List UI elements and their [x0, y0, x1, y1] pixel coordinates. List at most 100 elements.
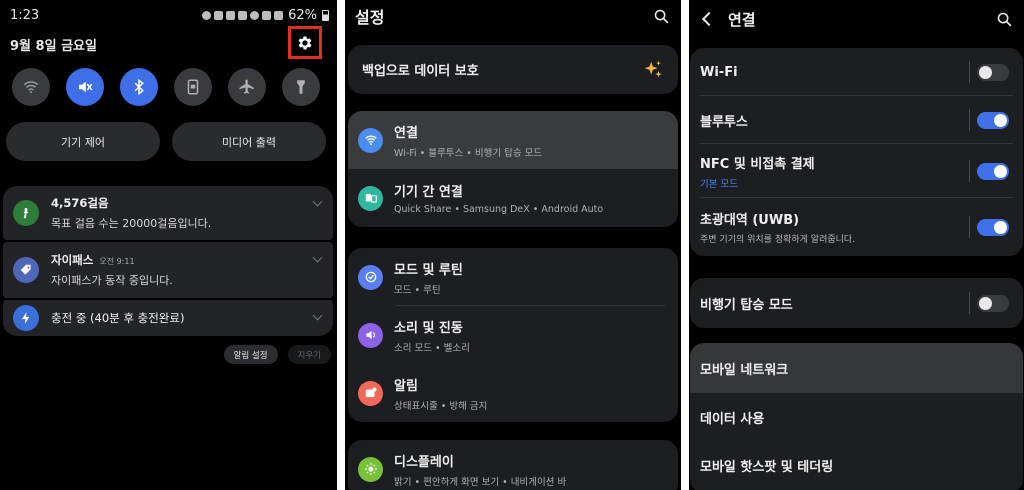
row-label: Wi-Fi	[700, 64, 738, 80]
row-data-usage[interactable]: 데이터 사용	[690, 393, 1023, 441]
search-icon	[654, 9, 668, 23]
airplane-icon	[239, 79, 254, 94]
notification-charging[interactable]: 충전 중 (40분 후 충전완료)	[3, 300, 333, 336]
search-button[interactable]	[994, 9, 1014, 29]
bluetooth-toggle[interactable]	[977, 111, 1009, 129]
row-nfc[interactable]: NFC 및 비접촉 결제 기본 모드	[690, 144, 1023, 198]
notification-xipass[interactable]: 자이패스 오전 9:11 자이패스가 동작 중입니다.	[3, 242, 333, 298]
airplane-mode-toggle[interactable]	[977, 294, 1009, 312]
divider	[969, 61, 970, 83]
notification-steps[interactable]: 4,576걸음 목표 걸음 수는 20000걸음입니다.	[3, 186, 333, 240]
status-bar: 1:23 62%	[10, 6, 329, 24]
settings-item-label: 소리 및 진동	[394, 320, 463, 336]
row-hotspot-tethering[interactable]: 모바일 핫스팟 및 테더링	[690, 441, 1023, 489]
brightness-icon	[358, 456, 383, 482]
chevron-down-icon[interactable]	[312, 196, 323, 207]
connections-group-3: 모바일 네트워크 데이터 사용 모바일 핫스팟 및 테더링	[690, 343, 1023, 490]
charging-icon	[13, 305, 39, 331]
tile-sound-mute[interactable]	[66, 68, 104, 106]
chevron-down-icon[interactable]	[312, 252, 323, 263]
settings-group-1: 연결 Wi-Fi • 블루투스 • 비행기 탑승 모드 기기 간 연결 Quic…	[348, 111, 678, 227]
wifi-toggle[interactable]	[977, 63, 1009, 81]
backup-card[interactable]: 백업으로 데이터 보호	[348, 45, 678, 94]
settings-item-modes-routines[interactable]: 모드 및 루틴 모드 • 루틴	[348, 248, 678, 306]
clear-all-button[interactable]: 지우기	[287, 345, 331, 364]
chevron-down-icon[interactable]	[312, 310, 323, 321]
settings-item-sub: 상태표시줄 • 방해 금지	[394, 400, 488, 412]
row-label: NFC 및 비접촉 결제	[700, 156, 815, 172]
notification-actions: 알림 설정 지우기	[223, 345, 331, 364]
settings-item-label: 디스플레이	[394, 454, 454, 470]
tile-screen-lock[interactable]	[174, 68, 212, 106]
settings-item-label: 기기 간 연결	[394, 185, 463, 200]
connections-group-2: 비행기 탑승 모드	[690, 278, 1023, 328]
connections-header: 연결	[699, 6, 1014, 32]
settings-screen: 설정 백업으로 데이터 보호 연결 Wi-Fi • 블루투스 • 비행기 탑승 …	[345, 0, 681, 490]
search-button[interactable]	[651, 6, 671, 26]
devices-icon	[358, 185, 383, 211]
nfc-toggle[interactable]	[977, 162, 1009, 180]
device-control-button[interactable]: 기기 제어	[6, 122, 160, 161]
nfc-status-icon	[226, 10, 236, 20]
notification-text: 자이패스가 동작 중입니다.	[51, 274, 173, 287]
settings-item-sub: Wi-Fi • 블루투스 • 비행기 탑승 모드	[394, 147, 543, 159]
wifi-status-icon	[250, 10, 260, 20]
settings-item-label: 알림	[394, 378, 418, 394]
tile-flashlight[interactable]	[282, 68, 320, 106]
connections-screen: 연결 Wi-Fi 블루투스 NFC 및 비접촉 결제 기본 모드 초광대역 (U…	[689, 0, 1024, 490]
sparkle-icon	[644, 60, 662, 77]
date-label: 9월 8일 금요일	[10, 39, 97, 54]
signal-icon	[274, 10, 284, 20]
row-label: 모바일 네트워크	[700, 362, 789, 378]
settings-item-display[interactable]: 디스플레이 밝기 • 편안하게 화면 보기 • 내비게이션 바	[348, 440, 678, 490]
row-label: 모바일 핫스팟 및 테더링	[700, 459, 834, 475]
media-output-button[interactable]: 미디어 출력	[172, 122, 326, 161]
settings-item-sound[interactable]: 소리 및 진동 소리 모드 • 벨소리	[348, 306, 678, 364]
settings-header: 설정	[355, 4, 671, 28]
settings-gear-button[interactable]	[288, 26, 322, 59]
wifi-icon	[23, 81, 39, 94]
notification-icon	[358, 380, 383, 406]
backup-label: 백업으로 데이터 보호	[362, 64, 479, 79]
settings-item-sub: 모드 • 루틴	[394, 284, 441, 296]
settings-group-2: 모드 및 루틴 모드 • 루틴 소리 및 진동 소리 모드 • 벨소리 알림 상…	[348, 248, 678, 422]
notification-time: 오전 9:11	[99, 257, 135, 266]
row-wifi[interactable]: Wi-Fi	[690, 48, 1023, 96]
notification-settings-button[interactable]: 알림 설정	[223, 345, 278, 364]
settings-item-connected-devices[interactable]: 기기 간 연결 Quick Share • Samsung DeX • Andr…	[348, 169, 678, 227]
uwb-toggle[interactable]	[977, 218, 1009, 236]
row-bluetooth[interactable]: 블루투스	[690, 96, 1023, 144]
row-label: 초광대역 (UWB)	[700, 213, 800, 228]
connections-group-1: Wi-Fi 블루투스 NFC 및 비접촉 결제 기본 모드 초광대역 (UWB)…	[690, 48, 1023, 256]
row-label: 데이터 사용	[700, 411, 765, 427]
row-uwb[interactable]: 초광대역 (UWB) 주변 기기의 위치를 정확하게 알려줍니다.	[690, 198, 1023, 256]
quick-panel-screen: 1:23 62% 9월 8일 금요일 기기 제어 미디어 출력 4,576걸음 …	[0, 0, 337, 490]
settings-item-connections[interactable]: 연결 Wi-Fi • 블루투스 • 비행기 탑승 모드	[348, 111, 678, 169]
notification-title-text: 자이패스	[51, 253, 94, 267]
notification-text: 목표 걸음 수는 20000걸음입니다.	[51, 217, 212, 230]
page-title: 설정	[355, 8, 385, 27]
settings-item-notifications[interactable]: 알림 상태표시줄 • 방해 금지	[348, 364, 678, 422]
tile-airplane[interactable]	[228, 68, 266, 106]
quick-settings-tiles	[12, 68, 320, 106]
status-icons: 62%	[202, 8, 329, 23]
divider	[969, 109, 970, 131]
page-title: 연결	[728, 10, 756, 29]
battery-percent: 62%	[288, 7, 317, 23]
tag-icon	[13, 257, 39, 283]
flashlight-icon	[297, 80, 305, 94]
back-arrow-icon[interactable]	[701, 11, 717, 27]
tile-bluetooth[interactable]	[120, 68, 158, 106]
row-label: 블루투스	[700, 114, 748, 130]
tile-wifi[interactable]	[12, 68, 50, 106]
bluetooth-icon	[134, 78, 144, 96]
divider	[969, 160, 970, 182]
settings-item-sub: 밝기 • 편안하게 화면 보기 • 내비게이션 바	[394, 476, 567, 488]
row-airplane-mode[interactable]: 비행기 탑승 모드	[690, 278, 1023, 328]
lte-status-icon	[262, 10, 272, 20]
row-mobile-network[interactable]: 모바일 네트워크	[690, 343, 1023, 393]
settings-group-3: 디스플레이 밝기 • 편안하게 화면 보기 • 내비게이션 바	[348, 440, 678, 490]
status-time: 1:23	[10, 7, 40, 23]
settings-item-sub: Quick Share • Samsung DeX • Android Auto	[394, 204, 604, 215]
settings-item-label: 연결	[394, 125, 418, 141]
